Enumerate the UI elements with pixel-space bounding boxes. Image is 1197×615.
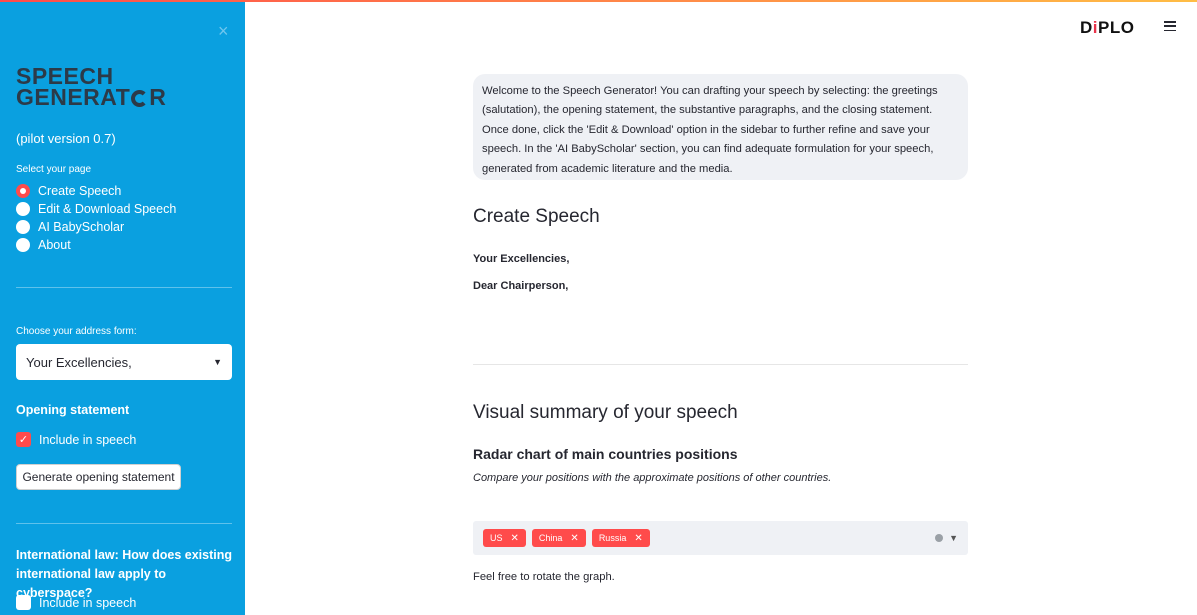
rotate-hint: Feel free to rotate the graph. [473,571,615,583]
country-multiselect[interactable]: US ✕ China ✕ Russia ✕ ▼ [473,521,968,555]
remove-tag-icon[interactable]: ✕ [634,533,642,544]
clear-all-icon[interactable] [935,534,944,542]
checkmark-icon: ✓ [16,432,31,447]
generate-opening-statement-button[interactable]: Generate opening statement [16,464,181,490]
radar-chart-heading: Radar chart of main countries positions [473,446,738,462]
top-accent-bar [0,0,1197,2]
create-speech-heading: Create Speech [473,206,600,227]
radio-unselected-icon [16,238,30,252]
version-label: (pilot version 0.7) [16,131,116,146]
radio-about[interactable]: About [16,236,176,254]
hamburger-menu-icon[interactable] [1164,21,1176,31]
multiselect-controls: ▼ [935,533,958,543]
sidebar: × SPEECH GENERAT R (pilot version 0.7) Se… [0,0,245,615]
radio-selected-icon [16,184,30,198]
radio-ai-babyscholar[interactable]: AI BabyScholar [16,218,176,236]
sidebar-divider [16,287,232,288]
country-tag-russia[interactable]: Russia ✕ [591,529,650,547]
country-tag-us[interactable]: US ✕ [483,529,526,547]
radio-unselected-icon [16,220,30,234]
intl-include-checkbox[interactable]: Include in speech [16,595,136,610]
visual-summary-heading: Visual summary of your speech [473,402,738,423]
country-tag-china[interactable]: China ✕ [531,529,586,547]
address-form-value: Your Excellencies, [26,354,132,370]
radar-caption: Compare your positions with the approxim… [473,472,832,484]
logo-line-2: GENERAT R [16,84,167,110]
close-sidebar-icon[interactable]: × [218,22,229,40]
address-form-label: Choose your address form: [16,326,137,337]
salutation-line-1: Your Excellencies, [473,253,570,265]
chevron-down-icon[interactable]: ▼ [949,533,958,543]
speech-generator-logo: SPEECH GENERAT R [16,65,167,110]
welcome-info-box: Welcome to the Speech Generator! You can… [473,74,968,180]
diplo-logo[interactable]: DiPLO [1080,18,1134,38]
radio-unselected-icon [16,202,30,216]
checkbox-empty-icon [16,595,31,610]
chevron-down-icon: ▼ [213,357,222,367]
page-radio-group: Create Speech Edit & Download Speech AI … [16,182,176,254]
address-form-select[interactable]: Your Excellencies, ▼ [16,344,232,380]
opening-statement-title: Opening statement [16,403,130,417]
radio-edit-download-speech[interactable]: Edit & Download Speech [16,200,176,218]
logo-ring-icon [131,90,149,107]
main-divider [473,364,968,365]
remove-tag-icon[interactable]: ✕ [511,533,519,544]
page-select-label: Select your page [16,164,92,175]
remove-tag-icon[interactable]: ✕ [570,533,578,544]
sidebar-divider [16,523,232,524]
opening-include-checkbox[interactable]: ✓ Include in speech [16,432,136,447]
salutation-line-2: Dear Chairperson, [473,280,569,292]
radio-create-speech[interactable]: Create Speech [16,182,176,200]
